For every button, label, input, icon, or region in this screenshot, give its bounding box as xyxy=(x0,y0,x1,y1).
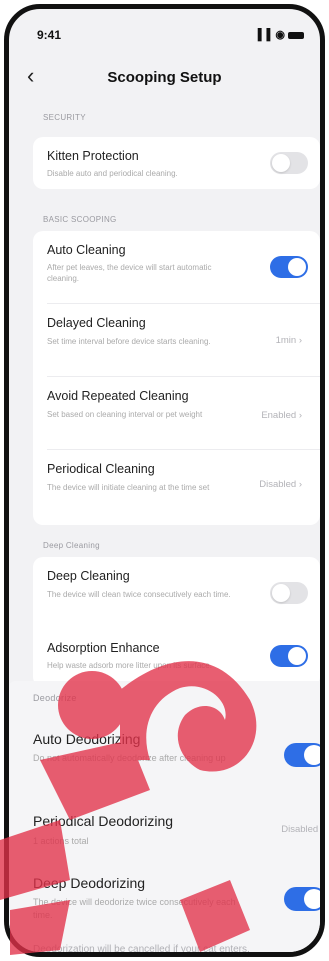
row-title: Periodical Deodorizing xyxy=(33,813,174,829)
chevron-right-icon: › xyxy=(320,824,324,835)
row-title: Auto Deodorizing xyxy=(33,731,141,747)
auto-cleaning-toggle[interactable] xyxy=(270,256,308,278)
row-title: Avoid Repeated Cleaning xyxy=(47,389,189,403)
row-deep-deodorizing[interactable]: Deep Deodorizing The device will deodori… xyxy=(9,869,320,933)
row-auto-deodorizing[interactable]: Auto Deodorizing Do not automatically de… xyxy=(9,721,320,785)
row-value: Disabled › xyxy=(259,479,302,490)
row-avoid-repeated-cleaning[interactable]: Avoid Repeated Cleaning Set based on cle… xyxy=(33,377,320,449)
row-subtitle: After pet leaves, the device will start … xyxy=(47,263,212,283)
row-subtitle: The device will initiate cleaning at the… xyxy=(47,483,210,492)
deodorize-footer-note: Deodorization will be cancelled if your … xyxy=(33,944,250,955)
signal-wifi-icon: ▐▐ ◉ xyxy=(253,29,286,41)
row-subtitle: The device will clean twice consecutivel… xyxy=(47,590,231,599)
security-card: Kitten Protection Disable auto and perio… xyxy=(33,137,320,189)
row-periodical-cleaning[interactable]: Periodical Cleaning The device will init… xyxy=(33,450,320,525)
row-title: Auto Cleaning xyxy=(47,243,126,257)
page-title: Scooping Setup xyxy=(107,69,222,86)
nav-bar: ‹ Scooping Setup xyxy=(9,55,320,95)
row-value: Disabled › xyxy=(281,824,324,835)
row-subtitle: Set based on cleaning interval or pet we… xyxy=(47,410,203,419)
status-icons: ▐▐ ◉ xyxy=(254,28,304,41)
row-title: Periodical Cleaning xyxy=(47,462,155,476)
auto-deodorizing-toggle[interactable] xyxy=(284,743,320,767)
battery-icon xyxy=(288,31,304,39)
section-label-security: SECURITY xyxy=(43,113,86,122)
row-auto-cleaning[interactable]: Auto Cleaning After pet leaves, the devi… xyxy=(33,231,320,303)
row-subtitle: The device will deodorize twice consecut… xyxy=(33,897,236,920)
row-subtitle: Do not automatically deodorize after cle… xyxy=(33,753,226,763)
row-delayed-cleaning[interactable]: Delayed Cleaning Set time interval befor… xyxy=(33,304,320,376)
status-bar: 9:41 ▐▐ ◉ xyxy=(9,9,320,53)
status-time: 9:41 xyxy=(37,28,62,42)
row-periodical-deodorizing[interactable]: Periodical Deodorizing 1 actions total D… xyxy=(9,805,324,855)
row-value: Enabled › xyxy=(261,410,302,421)
deodorize-sheet: Deodorize Auto Deodorizing Do not automa… xyxy=(9,681,324,955)
row-subtitle: Help waste adsorb more litter upon its s… xyxy=(47,661,212,670)
phone-frame: 9:41 ▐▐ ◉ ‹ Scooping Setup SECURITY Kitt… xyxy=(4,4,325,957)
section-label-basic: BASIC SCOOPING xyxy=(43,215,117,224)
chevron-right-icon: › xyxy=(298,335,302,346)
chevron-right-icon: › xyxy=(298,479,302,490)
adsorption-enhance-toggle[interactable] xyxy=(270,645,308,667)
row-subtitle: Set time interval before device starts c… xyxy=(47,337,211,346)
row-subtitle: Disable auto and periodical cleaning. xyxy=(47,169,178,178)
chevron-right-icon: › xyxy=(298,410,302,421)
row-title: Deep Cleaning xyxy=(47,569,130,583)
row-title: Kitten Protection xyxy=(47,149,139,163)
kitten-protection-toggle[interactable] xyxy=(270,152,308,174)
row-adsorption-enhance[interactable]: Adsorption Enhance Help waste adsorb mor… xyxy=(33,635,320,687)
section-label-deep: Deep Cleaning xyxy=(43,541,100,550)
row-title: Deep Deodorizing xyxy=(33,875,146,891)
deep-cleaning-card: Deep Cleaning The device will clean twic… xyxy=(33,557,320,687)
row-value: 1min › xyxy=(275,335,302,346)
row-deep-cleaning[interactable]: Deep Cleaning The device will clean twic… xyxy=(33,557,320,627)
row-title: Delayed Cleaning xyxy=(47,316,146,330)
basic-scooping-card: Auto Cleaning After pet leaves, the devi… xyxy=(33,231,320,525)
row-title: Adsorption Enhance xyxy=(47,641,160,655)
deep-deodorizing-toggle[interactable] xyxy=(284,887,320,911)
row-kitten-protection[interactable]: Kitten Protection Disable auto and perio… xyxy=(33,137,320,189)
row-subtitle: 1 actions total xyxy=(33,836,89,846)
deep-cleaning-toggle[interactable] xyxy=(270,582,308,604)
section-label-deodorize: Deodorize xyxy=(33,693,77,703)
